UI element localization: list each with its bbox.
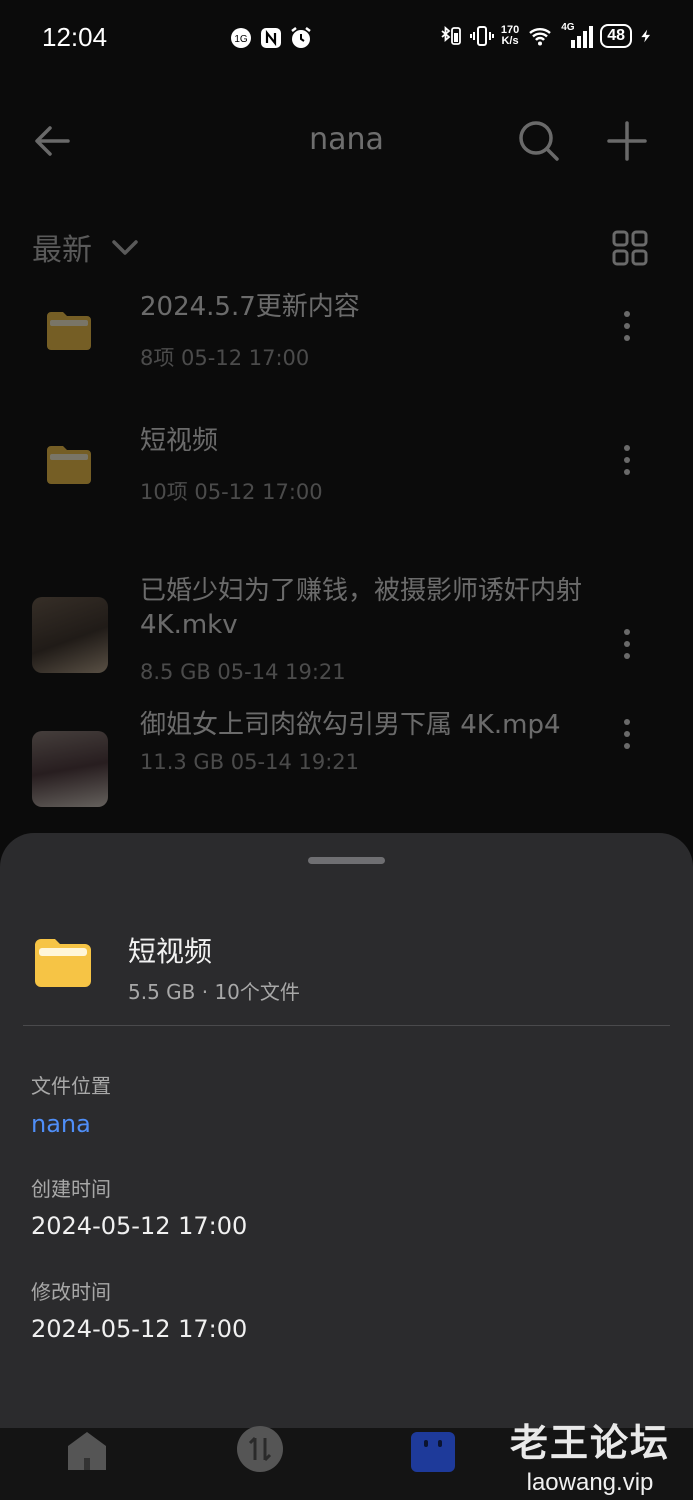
- watermark-cn: 老王论坛: [509, 1421, 670, 1465]
- file-name: 御姐女上司肉欲勾引男下属 4K.mp4: [140, 710, 561, 740]
- folder-size-count: 5.5 GB · 10个文件: [128, 980, 300, 1004]
- more-options-icon[interactable]: [612, 440, 642, 480]
- file-name: 2024.5.7更新内容: [140, 292, 360, 322]
- network-speed-unit: K/s: [501, 35, 519, 47]
- files-tab-icon[interactable]: [408, 1426, 458, 1476]
- search-icon[interactable]: [514, 116, 564, 166]
- status-notification-icons: 1G: [229, 26, 313, 50]
- divider: [23, 1025, 670, 1026]
- folder-details-sheet: 短视频 5.5 GB · 10个文件 文件位置 nana 创建时间 2024-0…: [0, 833, 693, 1428]
- grid-view-icon[interactable]: [610, 228, 650, 268]
- battery-level: 48: [600, 24, 632, 48]
- charging-icon: [641, 29, 651, 43]
- file-browser: nana 最新 2024.5.7更新内容 8项 05-12 17:00 短视频 …: [0, 80, 693, 840]
- file-meta: 11.3 GB 05-14 19:21: [140, 750, 360, 774]
- cellular-signal: 4G: [561, 22, 594, 48]
- sort-selector[interactable]: 最新: [32, 222, 140, 272]
- folder-icon: [35, 939, 91, 987]
- chevron-down-icon: [112, 240, 138, 255]
- modified-label: 修改时间: [31, 1280, 111, 1304]
- file-name: 短视频: [140, 426, 219, 456]
- folder-icon: [47, 446, 91, 484]
- alarm-icon: [291, 27, 311, 48]
- created-label: 创建时间: [31, 1177, 111, 1201]
- file-meta: 8项 05-12 17:00: [140, 346, 310, 370]
- video-thumbnail: [32, 597, 108, 673]
- file-meta: 8.5 GB 05-14 19:21: [140, 660, 346, 684]
- folder-name: 短视频: [128, 935, 213, 968]
- hd-voice-icon: 1G: [231, 28, 251, 48]
- bluetooth-battery-icon: [441, 26, 461, 45]
- file-list: 2024.5.7更新内容 8项 05-12 17:00 短视频 10项 05-1…: [0, 290, 693, 826]
- more-options-icon[interactable]: [612, 306, 642, 346]
- location-link[interactable]: nana: [31, 1110, 91, 1138]
- transfer-icon[interactable]: [235, 1424, 285, 1474]
- network-speed: 170 K/s: [501, 25, 519, 47]
- svg-text:1G: 1G: [234, 34, 248, 45]
- toolbar: nana: [0, 110, 693, 170]
- sort-label: 最新: [32, 233, 92, 268]
- home-icon[interactable]: [62, 1426, 112, 1476]
- watermark-en: laowang.vip: [526, 1469, 654, 1496]
- page-title: nana: [309, 122, 384, 157]
- vibrate-icon: [469, 26, 494, 46]
- file-row[interactable]: 已婚少妇为了赚钱，被摄影师诱奸内射 4K.mkv 8.5 GB 05-14 19…: [0, 558, 693, 692]
- created-value: 2024-05-12 17:00: [31, 1212, 248, 1240]
- watermark: 老王论坛 laowang.vip: [505, 1412, 675, 1497]
- file-name: 已婚少妇为了赚钱，被摄影师诱奸内射 4K.mkv: [140, 576, 583, 640]
- file-row[interactable]: 2024.5.7更新内容 8项 05-12 17:00: [0, 290, 693, 424]
- signal-bars-icon: [571, 26, 594, 48]
- nfc-icon: [261, 28, 281, 48]
- location-label: 文件位置: [31, 1074, 111, 1098]
- more-options-icon[interactable]: [612, 714, 642, 754]
- plus-icon[interactable]: [602, 116, 652, 166]
- file-row[interactable]: 短视频 10项 05-12 17:00: [0, 424, 693, 558]
- folder-icon: [47, 312, 91, 350]
- wifi-icon: [529, 28, 552, 46]
- file-row[interactable]: 御姐女上司肉欲勾引男下属 4K.mp4 11.3 GB 05-14 19:21: [0, 692, 693, 826]
- modified-value: 2024-05-12 17:00: [31, 1315, 248, 1343]
- status-system-icons: 170 K/s 4G 48: [437, 22, 653, 48]
- status-time: 12:04: [42, 22, 108, 52]
- file-meta: 10项 05-12 17:00: [140, 480, 323, 504]
- drag-handle[interactable]: [308, 857, 385, 864]
- status-bar: 12:04 1G 170 K/s 4G 48: [0, 0, 693, 80]
- video-thumbnail: [32, 731, 108, 807]
- more-options-icon[interactable]: [612, 624, 642, 664]
